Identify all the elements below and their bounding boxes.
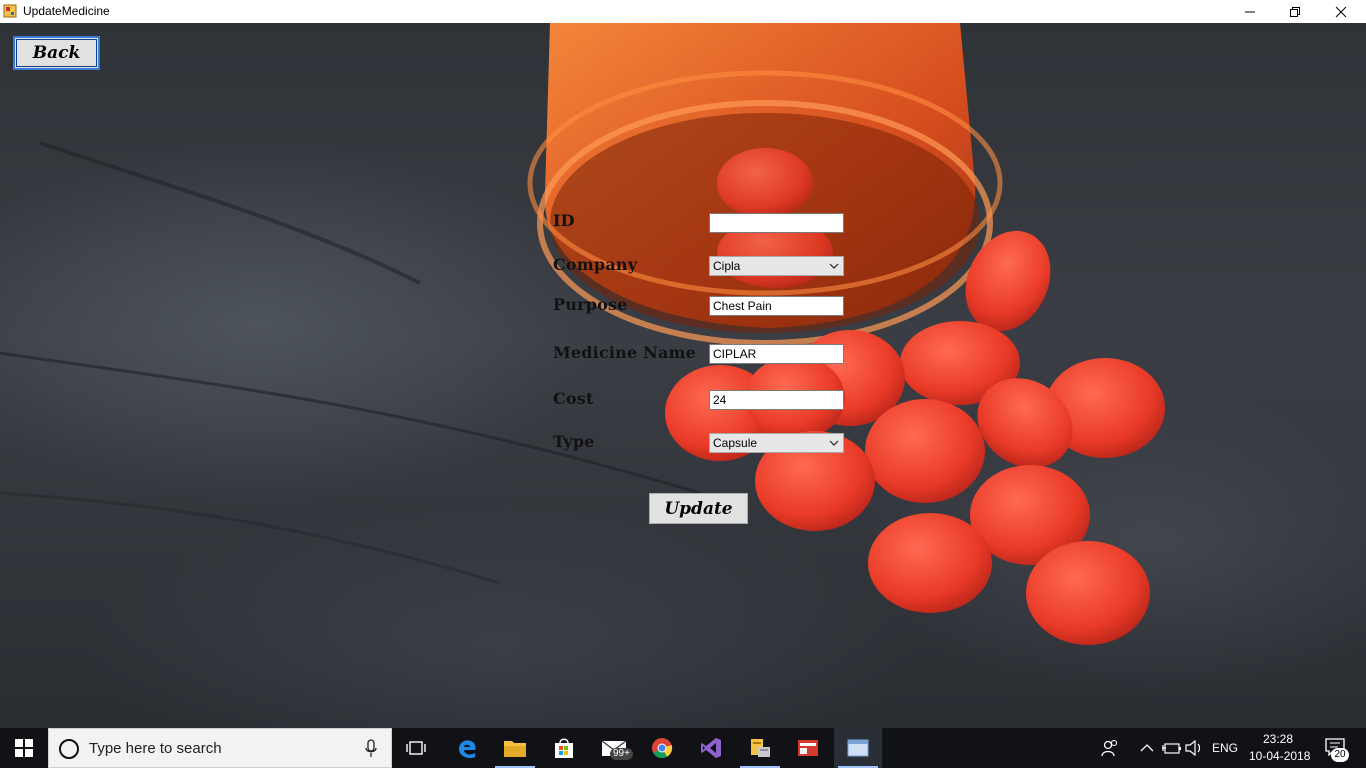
id-field[interactable] (709, 213, 844, 233)
close-icon (1335, 6, 1347, 17)
update-medicine-window-button[interactable] (834, 728, 882, 768)
type-label: Type (553, 432, 595, 451)
id-label: ID (553, 211, 575, 230)
window-icon (847, 739, 869, 757)
people-icon[interactable] (1101, 739, 1119, 757)
edge-button[interactable] (443, 728, 491, 768)
company-value: Cipla (713, 259, 741, 273)
cost-label: Cost (553, 389, 594, 408)
purpose-label: Purpose (553, 295, 628, 314)
store-icon (555, 738, 573, 758)
clock-date[interactable]: 10-04-2018 (1249, 749, 1310, 763)
taskbar: Type here to search 99+ ENG 23:28 10-04-… (0, 728, 1366, 768)
minimize-icon (1245, 11, 1255, 12)
language-indicator[interactable]: ENG (1212, 741, 1238, 755)
task-view-button[interactable] (392, 728, 440, 768)
microphone-icon[interactable] (365, 739, 377, 759)
edge-icon (459, 740, 476, 759)
update-button[interactable]: Update (649, 493, 748, 524)
red-app-button[interactable] (784, 728, 832, 768)
store-button[interactable] (540, 728, 588, 768)
file-explorer-button[interactable] (491, 728, 539, 768)
db-tool-icon (751, 739, 770, 757)
taskbar-search[interactable]: Type here to search (48, 728, 392, 768)
medicine-name-label: Medicine Name (553, 343, 697, 362)
company-label: Company (553, 255, 638, 274)
background-photo (0, 23, 1366, 728)
title-bar: UpdateMedicine (0, 0, 1366, 23)
minimize-button[interactable] (1227, 0, 1273, 23)
restore-button[interactable] (1272, 0, 1318, 23)
chrome-button[interactable] (638, 728, 686, 768)
type-value: Capsule (713, 436, 758, 450)
task-view-icon (406, 741, 426, 755)
restore-icon (1290, 6, 1300, 17)
window-title: UpdateMedicine (23, 4, 110, 18)
notification-count: 20 (1331, 748, 1349, 762)
close-button[interactable] (1318, 0, 1364, 23)
red-app-icon (798, 740, 818, 756)
medicine-name-field[interactable]: CIPLAR (709, 344, 844, 364)
back-button[interactable]: Back (13, 36, 100, 70)
chevron-up-icon[interactable] (1140, 742, 1154, 754)
battery-plug-icon[interactable] (1161, 740, 1181, 756)
mail-button[interactable]: 99+ (590, 728, 638, 768)
purpose-field[interactable]: Chest Pain (709, 296, 844, 316)
cortana-icon (59, 739, 79, 759)
chevron-down-icon (829, 440, 839, 446)
company-select[interactable]: Cipla (709, 256, 844, 276)
clock-time[interactable]: 23:28 (1263, 732, 1293, 746)
type-select[interactable]: Capsule (709, 433, 844, 453)
start-button[interactable] (0, 728, 48, 768)
file-explorer-icon (504, 741, 526, 757)
windows-logo-icon (15, 739, 33, 757)
volume-icon[interactable] (1185, 740, 1203, 756)
mail-badge: 99+ (610, 748, 633, 760)
visual-studio-icon (701, 738, 721, 758)
app-icon (3, 4, 17, 18)
db-tool-button[interactable] (736, 728, 784, 768)
search-placeholder: Type here to search (89, 740, 222, 757)
chrome-icon (652, 738, 673, 759)
cost-field[interactable]: 24 (709, 390, 844, 410)
visual-studio-button[interactable] (687, 728, 735, 768)
pill-bottle-illustration (0, 23, 1165, 645)
chevron-down-icon (829, 263, 839, 269)
